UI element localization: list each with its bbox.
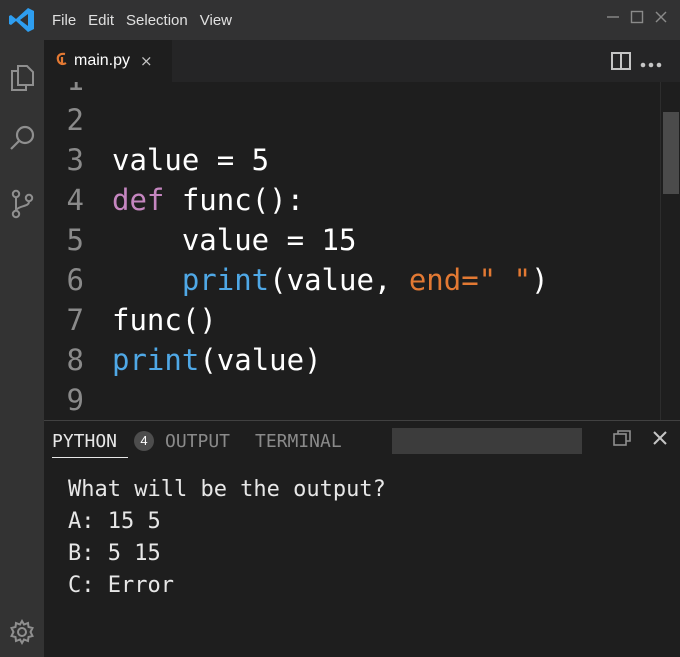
tab-terminal[interactable]: TERMINAL xyxy=(255,431,342,452)
tab-label: main.py xyxy=(74,52,131,69)
problems-count-badge: 4 xyxy=(134,431,154,451)
search-icon[interactable] xyxy=(0,116,44,160)
tab-close-icon[interactable]: × xyxy=(140,52,153,70)
line-number: 6 xyxy=(66,263,84,297)
code-text: func() xyxy=(112,300,217,340)
tab-python[interactable]: PYTHON xyxy=(52,431,117,452)
code-token: func(): xyxy=(164,183,305,217)
menu-selection[interactable]: Selection xyxy=(126,12,188,29)
settings-gear-icon[interactable] xyxy=(0,610,44,654)
line-number: 4 xyxy=(66,183,84,217)
panel-filter-input[interactable] xyxy=(392,428,582,454)
menu-edit[interactable]: Edit xyxy=(88,12,114,29)
window-controls xyxy=(606,10,668,28)
code-line: 4 def func(): xyxy=(44,180,644,220)
menu-file[interactable]: File xyxy=(52,12,76,29)
code-text: print(value) xyxy=(112,340,322,380)
code-text: print(value, end=" ") xyxy=(112,260,549,300)
menu-view[interactable]: View xyxy=(200,12,232,29)
line-number: 7 xyxy=(66,303,84,337)
minimize-icon[interactable] xyxy=(606,10,620,28)
code-line: 9 xyxy=(44,380,644,420)
tab-main-py[interactable]: main.py × xyxy=(44,40,172,82)
activity-bar xyxy=(0,40,44,657)
editor-actions xyxy=(610,51,662,75)
panel-actions xyxy=(612,429,668,451)
output-line: A: 15 5 xyxy=(68,509,161,534)
code-token: value = 15 xyxy=(112,223,357,257)
line-number: 2 xyxy=(66,103,84,137)
bottom-panel: PYTHON 4 OUTPUT TERMINAL What will be th… xyxy=(44,420,680,657)
line-number: 8 xyxy=(66,343,84,377)
panel-tabs: PYTHON 4 OUTPUT TERMINAL xyxy=(44,421,680,461)
tab-output[interactable]: OUTPUT xyxy=(165,431,230,452)
code-line: 6 print(value, end=" ") xyxy=(44,260,644,300)
active-tab-indicator xyxy=(52,457,128,458)
line-number: 1 xyxy=(44,82,84,100)
editor-tab-bar: main.py × xyxy=(44,40,680,82)
code-text: value = 15 xyxy=(112,220,357,260)
code-line: 1 xyxy=(44,82,644,100)
editor-scrollbar[interactable] xyxy=(660,82,680,420)
maximize-panel-icon[interactable] xyxy=(612,429,632,451)
code-text: value = 5 xyxy=(112,140,269,180)
code-editor[interactable]: 123value = 54def func():5 value = 156 pr… xyxy=(44,82,680,420)
code-token: (value) xyxy=(199,343,322,377)
code-token: func() xyxy=(112,303,217,337)
output-line: B: 5 15 xyxy=(68,541,161,566)
code-line: 7 func() xyxy=(44,300,644,340)
close-icon[interactable] xyxy=(654,10,668,28)
code-token: (value, xyxy=(269,263,409,297)
output-line: What will be the output? xyxy=(68,477,386,502)
vscode-logo-icon xyxy=(0,0,44,40)
more-actions-icon[interactable] xyxy=(640,54,662,73)
source-control-icon[interactable] xyxy=(0,182,44,226)
code-line: 5 value = 15 xyxy=(44,220,644,260)
code-token: end=" " xyxy=(408,263,532,297)
code-line: 2 xyxy=(44,100,644,140)
code-line: 3 value = 5 xyxy=(44,140,644,180)
title-bar: File Edit Selection View xyxy=(0,0,680,40)
maximize-icon[interactable] xyxy=(630,10,644,28)
close-panel-icon[interactable] xyxy=(652,430,668,450)
explorer-icon[interactable] xyxy=(0,56,44,100)
code-token: value = 5 xyxy=(112,143,270,177)
code-token: print xyxy=(181,263,270,297)
line-number: 3 xyxy=(66,143,84,177)
output-line: C: Error xyxy=(68,573,174,598)
code-token: ) xyxy=(531,263,549,297)
line-number: 9 xyxy=(66,383,84,417)
line-number: 5 xyxy=(66,223,84,257)
scrollbar-thumb[interactable] xyxy=(663,112,679,194)
code-line: 8 print(value) xyxy=(44,340,644,380)
code-token: print xyxy=(112,343,200,377)
python-file-icon xyxy=(56,52,68,70)
code-text: def func(): xyxy=(112,180,304,220)
split-editor-icon[interactable] xyxy=(610,51,632,75)
code-token: def xyxy=(112,183,165,217)
menu-bar: File Edit Selection View xyxy=(52,12,244,29)
